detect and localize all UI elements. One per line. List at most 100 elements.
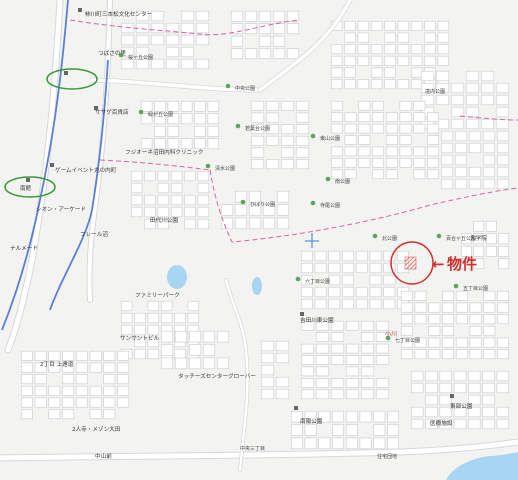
building-plot <box>400 349 413 360</box>
park-icon <box>385 335 391 341</box>
building-plot <box>469 302 482 313</box>
building-plot <box>496 370 510 382</box>
building-plot <box>314 250 327 262</box>
building-plot <box>383 286 396 298</box>
building-plot <box>117 350 130 361</box>
building-plot <box>295 159 310 170</box>
building-plot <box>454 166 468 178</box>
building-plot <box>207 100 220 112</box>
building-plot <box>428 349 441 360</box>
building-plot <box>272 10 286 22</box>
building-plot <box>497 337 509 348</box>
building-plot <box>369 298 382 310</box>
building-plot <box>413 169 426 180</box>
building-plot <box>290 437 303 450</box>
building-plot <box>20 362 33 373</box>
building-plot <box>357 44 370 55</box>
building-plot <box>385 123 398 134</box>
building-plot <box>157 194 170 206</box>
building-plot <box>496 166 510 178</box>
building-plot <box>165 58 180 70</box>
building-plot <box>180 100 193 112</box>
building-plot <box>260 388 275 400</box>
building-plot <box>197 206 210 218</box>
property-plot[interactable] <box>404 256 417 270</box>
building-plot <box>272 35 286 47</box>
building-plot <box>34 385 47 396</box>
building-plot <box>369 250 382 262</box>
map-canvas[interactable]: ← 物件 柿川町三本松文化センターつばさの里ササゲ百貨店フジオーネ沼田内科クリニ… <box>0 0 518 480</box>
building-plot <box>134 348 146 360</box>
building-plot <box>75 350 88 361</box>
building-plot <box>450 106 465 118</box>
building-plot <box>234 190 248 203</box>
building-plot <box>272 48 286 60</box>
building-plot <box>496 418 510 430</box>
building-plot <box>427 158 439 168</box>
building-plot <box>207 125 220 137</box>
building-plot <box>410 406 424 418</box>
building-plot <box>455 349 468 360</box>
building-plot <box>20 374 33 385</box>
park-label: 百合ヶ丘公園 <box>446 235 476 242</box>
building-plot <box>399 158 412 168</box>
building-plot <box>154 138 166 150</box>
building-plot <box>167 125 180 137</box>
map-area[interactable]: ← 物件 柿川町三本松文化センター つばさの里 ササゲ百貨店 フジオーネ沼田内科クリニ… <box>0 0 518 480</box>
building-plot <box>330 169 343 180</box>
building-plot <box>202 357 216 370</box>
poi-icon <box>26 178 30 182</box>
building-plot <box>414 314 427 325</box>
building-plot <box>345 424 358 436</box>
building-plot <box>34 374 47 385</box>
building-plot <box>234 204 248 216</box>
building-plot <box>399 123 412 134</box>
building-plot <box>360 389 375 400</box>
building-plot <box>147 300 160 312</box>
building-plot <box>360 332 375 342</box>
building-plot <box>150 58 165 70</box>
building-plot <box>332 437 344 450</box>
park-label: 寺尾公園 <box>320 203 340 209</box>
building-plot <box>330 146 343 157</box>
building-plot <box>275 388 290 400</box>
building-plot <box>468 142 482 154</box>
building-plot <box>344 20 356 31</box>
building-plot <box>437 55 450 66</box>
building-plot <box>194 125 206 137</box>
building-plot <box>180 113 193 125</box>
building-plot <box>373 410 386 423</box>
poi-label: 医療施設 <box>430 419 453 427</box>
building-plot <box>318 437 331 450</box>
building-plot <box>440 166 454 178</box>
building-plot <box>328 274 341 286</box>
park-label: 七丁目公園 <box>395 337 420 344</box>
building-plot <box>144 206 156 218</box>
building-plot <box>410 382 424 394</box>
poi-label: ナルメード <box>10 245 38 252</box>
building-plot <box>89 350 102 361</box>
building-plot <box>197 194 210 206</box>
building-plot <box>160 300 173 312</box>
building-plot <box>370 79 383 90</box>
building-plot <box>400 290 413 301</box>
building-plot <box>496 130 510 142</box>
building-plot <box>400 314 413 325</box>
poi-label: 田代川公園 <box>150 216 178 224</box>
building-plot <box>258 10 272 22</box>
building-plot <box>410 370 424 382</box>
park-label: 東山公園 <box>320 135 340 142</box>
building-plot <box>440 130 454 142</box>
building-plot <box>248 217 262 230</box>
building-plot <box>197 170 210 182</box>
building-plot <box>75 397 88 408</box>
poi-icon <box>294 406 298 410</box>
poi-label: フジオーネ沼田内科クリニック <box>125 148 203 156</box>
building-plot <box>103 397 116 408</box>
property-arrow: ← <box>432 255 445 273</box>
park-icon <box>138 109 144 115</box>
poi-icon <box>50 163 54 167</box>
building-plot <box>280 135 295 146</box>
building-plot <box>170 170 183 182</box>
building-plot <box>20 350 33 361</box>
